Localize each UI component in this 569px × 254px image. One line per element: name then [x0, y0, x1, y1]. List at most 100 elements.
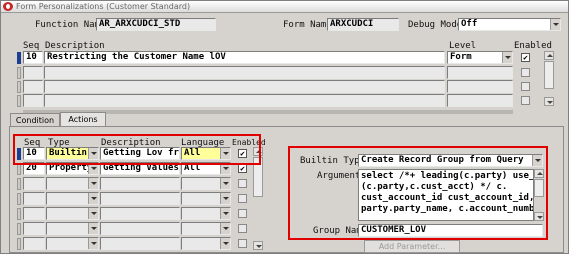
actions-description-field-empty[interactable]: [100, 177, 180, 190]
scroll-thumb[interactable]: [253, 157, 263, 197]
actions-enabled-checkbox-empty[interactable]: [238, 179, 247, 188]
actions-enabled-checkbox-empty[interactable]: [238, 239, 247, 248]
rules-seq-field-empty[interactable]: [23, 66, 43, 79]
type-chevron-down-icon[interactable]: [88, 148, 98, 159]
actions-row-indicator[interactable]: [17, 223, 21, 235]
actions-seq-field-empty[interactable]: [23, 222, 45, 235]
tab-condition[interactable]: Condition: [10, 113, 60, 127]
language-chevron-down-icon[interactable]: [220, 238, 230, 249]
rules-seq-field-empty[interactable]: [23, 80, 43, 93]
type-chevron-down-icon[interactable]: [88, 178, 98, 189]
actions-description-field-empty[interactable]: [100, 192, 180, 205]
actions-seq-field[interactable]: 10: [23, 147, 45, 160]
rules-seq-field[interactable]: 10: [23, 51, 43, 64]
actions-enabled-checkbox-empty[interactable]: [238, 224, 247, 233]
actions-seq-field-empty[interactable]: [23, 192, 45, 205]
actions-type-field-empty[interactable]: [46, 237, 99, 250]
actions-row-indicator[interactable]: [17, 163, 21, 175]
actions-type-select[interactable]: Property: [46, 162, 99, 175]
add-parameter-button[interactable]: Add Parameter...: [364, 240, 460, 253]
actions-enabled-checkbox-empty[interactable]: [238, 209, 247, 218]
rules-description-field-empty[interactable]: [44, 80, 445, 93]
actions-language-field-empty[interactable]: [181, 177, 231, 190]
actions-description-field[interactable]: Getting Values f: [100, 162, 180, 175]
builtin-type-chevron-down-icon[interactable]: [532, 155, 542, 166]
rules-row-indicator[interactable]: [17, 95, 21, 107]
rules-row-indicator-current[interactable]: [17, 52, 21, 64]
language-chevron-down-icon[interactable]: [220, 193, 230, 204]
debug-mode-select[interactable]: Off: [458, 18, 561, 31]
actions-seq-field-empty[interactable]: [23, 207, 45, 220]
scroll-up-arrow-icon[interactable]: [534, 169, 544, 178]
rules-level-field-empty[interactable]: [447, 80, 513, 93]
type-chevron-down-icon[interactable]: [88, 238, 98, 249]
actions-language-field-empty[interactable]: [181, 222, 231, 235]
language-chevron-down-icon[interactable]: [220, 163, 230, 174]
rules-description-field[interactable]: Restricting the Customer Name lOV: [44, 51, 445, 64]
rules-row-indicator[interactable]: [17, 67, 21, 79]
type-chevron-down-icon[interactable]: [88, 223, 98, 234]
scroll-thumb[interactable]: [544, 61, 554, 89]
tab-actions[interactable]: Actions: [60, 112, 106, 127]
form-name-field[interactable]: ARXCUDCI: [327, 18, 399, 31]
builtin-type-select[interactable]: Create Record Group from Query: [358, 154, 543, 167]
actions-language-field-empty[interactable]: [181, 207, 231, 220]
actions-description-field-empty[interactable]: [100, 222, 180, 235]
rules-level-field-empty[interactable]: [447, 66, 513, 79]
language-chevron-down-icon[interactable]: [220, 178, 230, 189]
actions-description-field-empty[interactable]: [100, 207, 180, 220]
actions-type-select[interactable]: Builtin: [46, 147, 99, 160]
actions-enabled-checkbox-empty[interactable]: [238, 194, 247, 203]
scroll-up-arrow-icon[interactable]: [253, 147, 263, 156]
type-chevron-down-icon[interactable]: [88, 208, 98, 219]
actions-type-field-empty[interactable]: [46, 207, 99, 220]
rules-enabled-checkbox-empty[interactable]: [521, 82, 530, 91]
rules-seq-field-empty[interactable]: [23, 94, 43, 107]
actions-description-field[interactable]: Getting Lov from: [100, 147, 180, 160]
actions-row-indicator[interactable]: [17, 238, 21, 250]
argument-scrollbar[interactable]: [534, 169, 544, 221]
actions-row-indicator[interactable]: [17, 208, 21, 220]
actions-enabled-checkbox[interactable]: ✔: [238, 164, 247, 173]
actions-seq-field-empty[interactable]: [23, 177, 45, 190]
language-chevron-down-icon[interactable]: [220, 208, 230, 219]
language-chevron-down-icon[interactable]: [220, 223, 230, 234]
actions-enabled-checkbox[interactable]: ✔: [238, 149, 247, 158]
actions-row-indicator[interactable]: [17, 178, 21, 190]
actions-language-field-empty[interactable]: [181, 237, 231, 250]
rules-enabled-checkbox-empty[interactable]: [521, 96, 530, 105]
group-name-field[interactable]: CUSTOMER_LOV: [358, 224, 543, 237]
rules-row-indicator[interactable]: [17, 81, 21, 93]
actions-type-field-empty[interactable]: [46, 222, 99, 235]
rules-enabled-checkbox[interactable]: ✔: [521, 53, 530, 62]
scroll-thumb[interactable]: [534, 179, 544, 197]
scroll-down-arrow-icon[interactable]: [534, 212, 544, 221]
rules-scrollbar[interactable]: [544, 51, 554, 107]
actions-scrollbar[interactable]: [253, 147, 263, 251]
rules-level-select[interactable]: Form: [447, 51, 513, 64]
scroll-down-arrow-icon[interactable]: [544, 97, 554, 106]
debug-mode-chevron-down-icon[interactable]: [550, 19, 560, 30]
type-chevron-down-icon[interactable]: [88, 193, 98, 204]
actions-language-select[interactable]: All: [181, 162, 231, 175]
rules-level-field-empty[interactable]: [447, 94, 513, 107]
actions-description-field-empty[interactable]: [100, 237, 180, 250]
level-chevron-down-icon[interactable]: [502, 52, 512, 63]
rules-description-field-empty[interactable]: [44, 66, 445, 79]
language-chevron-down-icon[interactable]: [220, 148, 230, 159]
argument-textarea[interactable]: select /*+ leading(c.party) use_nl (c.pa…: [358, 169, 534, 221]
type-chevron-down-icon[interactable]: [88, 163, 98, 174]
scroll-down-arrow-icon[interactable]: [253, 241, 263, 250]
actions-language-select[interactable]: All: [181, 147, 231, 160]
actions-row-indicator[interactable]: [17, 193, 21, 205]
scroll-up-arrow-icon[interactable]: [544, 51, 554, 60]
rules-description-field-empty[interactable]: [44, 94, 445, 107]
function-name-field[interactable]: AR_ARXCUDCI_STD: [96, 18, 216, 31]
actions-type-field-empty[interactable]: [46, 177, 99, 190]
actions-language-field-empty[interactable]: [181, 192, 231, 205]
actions-row-indicator-current[interactable]: [17, 148, 21, 160]
actions-seq-field-empty[interactable]: [23, 237, 45, 250]
actions-seq-field[interactable]: 20: [23, 162, 45, 175]
actions-type-field-empty[interactable]: [46, 192, 99, 205]
rules-enabled-checkbox-empty[interactable]: [521, 68, 530, 77]
